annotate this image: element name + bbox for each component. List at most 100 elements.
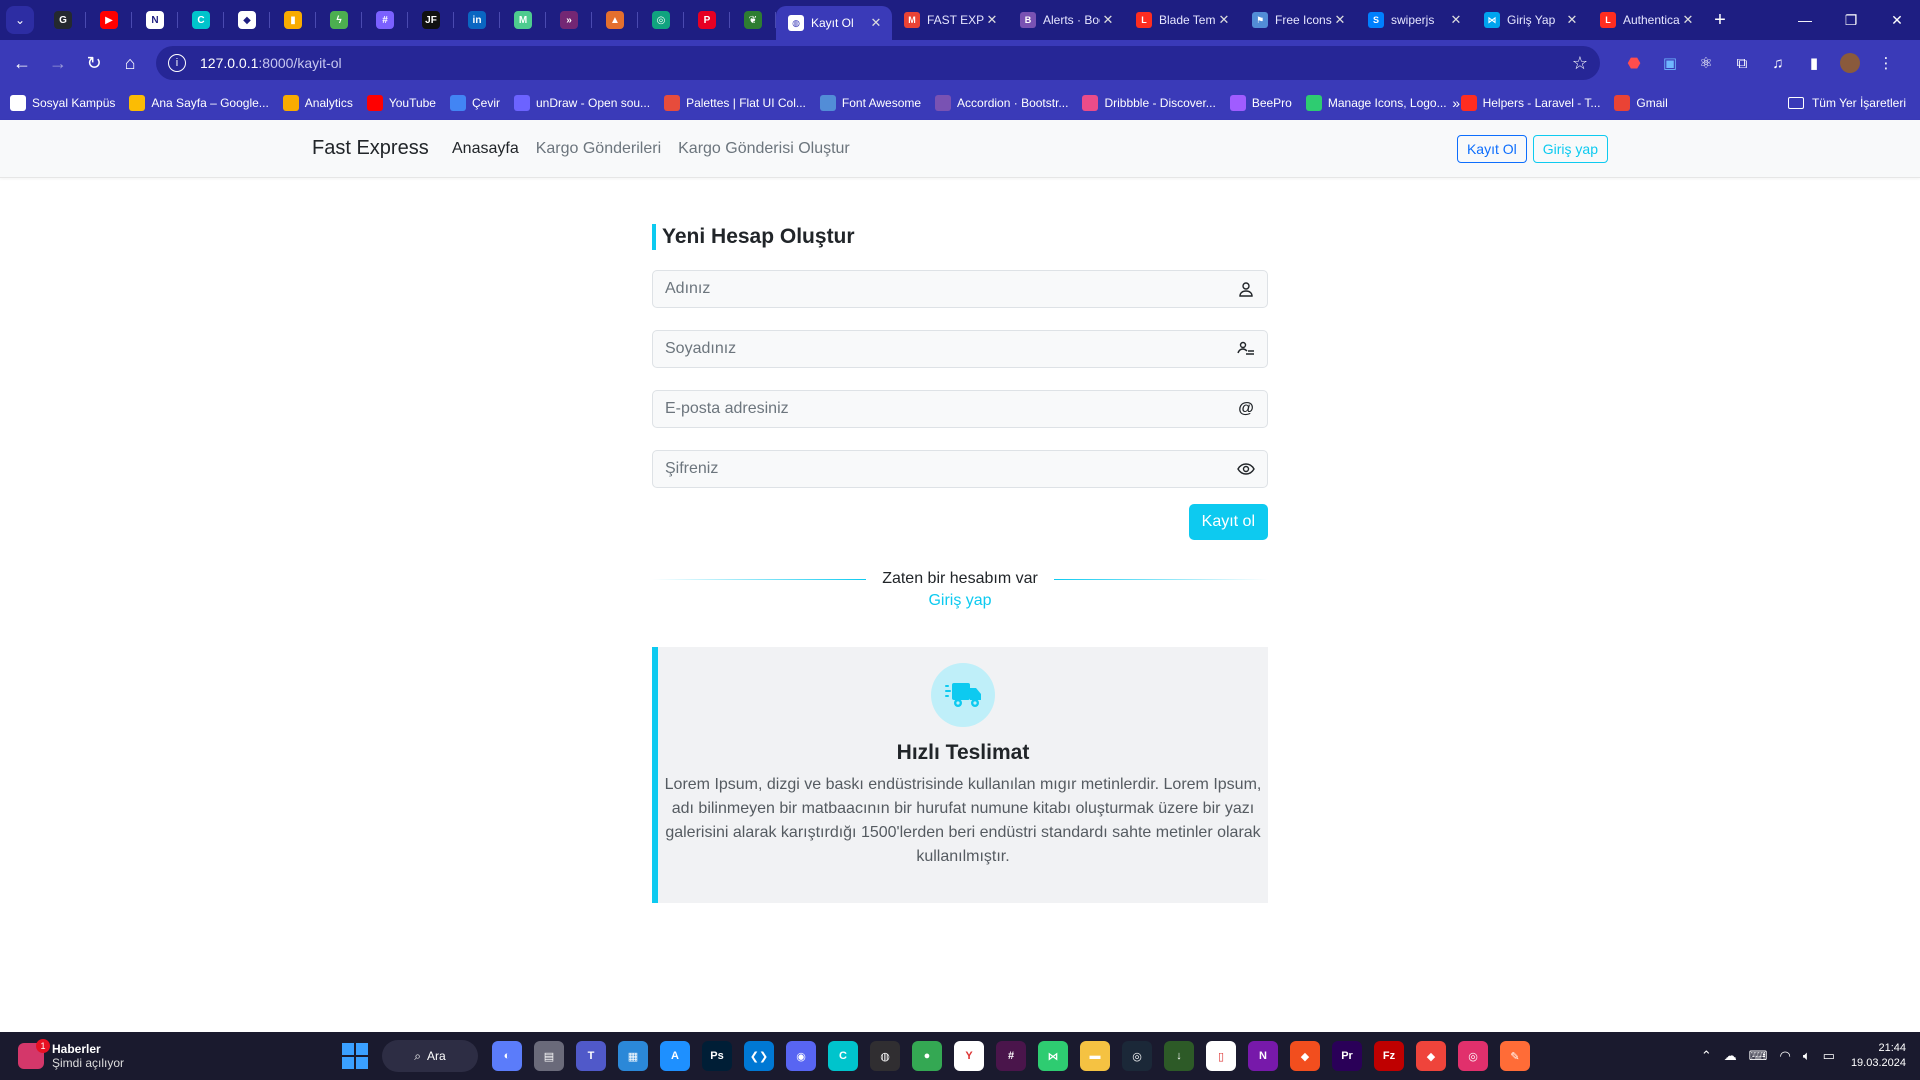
windows-start-icon[interactable] xyxy=(342,1043,368,1069)
canva-icon[interactable]: C xyxy=(828,1041,858,1071)
file-manager-icon[interactable]: ▤ xyxy=(534,1041,564,1071)
new-tab-button[interactable]: + xyxy=(1704,9,1736,32)
figma-icon[interactable]: ◆ xyxy=(1290,1041,1320,1071)
bookmark-item[interactable]: Helpers - Laravel - T... xyxy=(1460,95,1600,111)
browser-tab[interactable]: Sswiperjs ✕ xyxy=(1356,0,1472,40)
premiere-icon[interactable]: Pr xyxy=(1332,1041,1362,1071)
keyboard-icon[interactable]: ⌨ xyxy=(1749,1048,1768,1064)
pinned-tab[interactable]: P xyxy=(684,0,730,40)
store-icon[interactable]: ▦ xyxy=(618,1041,648,1071)
close-tab-icon[interactable]: ✕ xyxy=(1448,12,1464,28)
vscode-icon[interactable]: ❮❯ xyxy=(744,1041,774,1071)
bookmark-item[interactable]: Manage Icons, Logo... xyxy=(1305,95,1447,111)
email-input[interactable] xyxy=(665,400,1237,418)
news-widget[interactable]: 1 Haberler Şimdi açılıyor xyxy=(18,1039,124,1070)
bookmark-item[interactable]: Analytics xyxy=(282,95,353,111)
folder-icon[interactable]: ▬ xyxy=(1080,1041,1110,1071)
submit-register-button[interactable]: Kayıt ol xyxy=(1188,504,1268,540)
site-info-icon[interactable]: i xyxy=(168,54,186,72)
chrome-icon[interactable]: ● xyxy=(912,1041,942,1071)
bookmark-item[interactable]: Dribbble - Discover... xyxy=(1082,95,1216,111)
pinned-tab[interactable]: G xyxy=(40,0,86,40)
media-control-icon[interactable]: ♫ xyxy=(1760,45,1796,81)
onenote-icon[interactable]: N xyxy=(1248,1041,1278,1071)
filezilla-icon[interactable]: Fz xyxy=(1374,1041,1404,1071)
nav-link-home[interactable]: Anasayfa xyxy=(452,140,519,158)
wifi-icon[interactable]: ◠ xyxy=(1779,1048,1790,1064)
slack-icon[interactable]: # xyxy=(996,1041,1026,1071)
close-window-icon[interactable]: ✕ xyxy=(1874,0,1920,40)
pinned-tab[interactable]: ▮ xyxy=(270,0,316,40)
last-name-input[interactable] xyxy=(665,340,1237,358)
login-link[interactable]: Giriş yap xyxy=(928,592,991,609)
close-tab-icon[interactable]: ✕ xyxy=(1216,12,1232,28)
bookmark-item[interactable]: unDraw - Open sou... xyxy=(514,95,650,111)
browser-tab[interactable]: M FAST EXPRESS✕ xyxy=(892,0,1008,40)
pinned-tab[interactable]: ◆ xyxy=(224,0,270,40)
instagram-icon[interactable]: ◎ xyxy=(1458,1041,1488,1071)
extensions-puzzle-icon[interactable]: ⧉ xyxy=(1724,45,1760,81)
bookmark-item[interactable]: Accordion · Bootstr... xyxy=(935,95,1068,111)
yandex-icon[interactable]: Y xyxy=(954,1041,984,1071)
back-icon[interactable]: ← xyxy=(4,45,40,81)
bookmark-item[interactable]: YouTube xyxy=(366,95,436,111)
taskbar-clock[interactable]: 21:44 19.03.2024 xyxy=(1851,1041,1906,1071)
close-tab-icon[interactable]: ✕ xyxy=(984,12,1000,28)
discord-icon[interactable]: ◉ xyxy=(786,1041,816,1071)
bookmark-item[interactable]: Palettes | Flat UI Col... xyxy=(664,95,806,111)
home-icon[interactable]: ⌂ xyxy=(112,45,148,81)
pinned-tab[interactable]: ▶ xyxy=(86,0,132,40)
fontawesome-extension-icon[interactable]: ▣ xyxy=(1652,45,1688,81)
adblock-extension-icon[interactable]: ⬣ xyxy=(1616,45,1652,81)
pinned-tab[interactable]: M xyxy=(500,0,546,40)
eye-icon[interactable] xyxy=(1237,460,1255,478)
browser-tab[interactable]: L Authentication✕ xyxy=(1588,0,1704,40)
close-tab-icon[interactable]: ✕ xyxy=(1100,12,1116,28)
react-devtools-icon[interactable]: ⚛ xyxy=(1688,45,1724,81)
bookmark-item[interactable]: BeePro xyxy=(1229,95,1292,111)
browser-tab[interactable]: L Blade Templates✕ xyxy=(1124,0,1240,40)
copilot-icon[interactable]: ◐ xyxy=(492,1041,522,1071)
bookmark-item[interactable]: Gmail xyxy=(1614,95,1668,111)
bookmark-item[interactable]: Ana Sayfa – Google... xyxy=(129,95,269,111)
share-icon[interactable]: ⋈ xyxy=(1038,1041,1068,1071)
bookmark-item[interactable]: Çevir xyxy=(449,95,500,111)
first-name-input[interactable] xyxy=(665,280,1237,298)
minimize-icon[interactable]: — xyxy=(1782,0,1828,40)
pinned-tab[interactable]: ❦ xyxy=(730,0,776,40)
anydesk-icon[interactable]: ◆ xyxy=(1416,1041,1446,1071)
close-tab-icon[interactable]: ✕ xyxy=(1680,12,1696,28)
pinned-tab[interactable]: C xyxy=(178,0,224,40)
photoshop-icon[interactable]: Ps xyxy=(702,1041,732,1071)
pinned-tab[interactable]: JF xyxy=(408,0,454,40)
address-bar[interactable]: i 127.0.0.1:8000/kayit-ol ☆ xyxy=(156,46,1600,80)
restore-icon[interactable]: ❐ xyxy=(1828,0,1874,40)
bookmarks-overflow-icon[interactable]: » xyxy=(1452,95,1460,111)
profile-avatar[interactable] xyxy=(1832,45,1868,81)
appstore-icon[interactable]: A xyxy=(660,1041,690,1071)
all-bookmarks-folder[interactable]: Tüm Yer İşaretleri xyxy=(1787,96,1906,110)
volume-icon[interactable]: 🔈︎ xyxy=(1803,1048,1811,1064)
close-tab-icon[interactable]: ✕ xyxy=(1564,12,1580,28)
pinned-tab[interactable]: » xyxy=(546,0,592,40)
nav-link-create-shipment[interactable]: Kargo Gönderisi Oluştur xyxy=(678,140,850,158)
bookmark-star-icon[interactable]: ☆ xyxy=(1572,53,1588,74)
site-brand[interactable]: Fast Express xyxy=(312,137,429,160)
taskbar-search[interactable]: ⌕ Ara xyxy=(382,1040,478,1072)
pinned-tab[interactable]: in xyxy=(454,0,500,40)
pinned-tab[interactable]: ▲ xyxy=(592,0,638,40)
close-tab-icon[interactable]: ✕ xyxy=(1332,12,1348,28)
browser-tab[interactable]: B Alerts · Bootstrap✕ xyxy=(1008,0,1124,40)
postman-icon[interactable]: ✎ xyxy=(1500,1041,1530,1071)
register-button[interactable]: Kayıt Ol xyxy=(1456,134,1527,163)
browser-tab[interactable]: ◍ Kayıt Ol ✕ xyxy=(776,6,892,40)
onedrive-icon[interactable]: ☁ xyxy=(1724,1048,1737,1064)
tab-search-button[interactable]: ⌄ xyxy=(6,6,34,34)
more-menu-icon[interactable]: ⋮ xyxy=(1868,45,1904,81)
password-input[interactable] xyxy=(665,460,1237,478)
obs-icon[interactable]: ◍ xyxy=(870,1041,900,1071)
tray-chevron-icon[interactable]: ⌃ xyxy=(1701,1048,1712,1064)
pinned-tab[interactable]: ◎ xyxy=(638,0,684,40)
browser-tab[interactable]: ⋈ Giriş Yap ✕ xyxy=(1472,0,1588,40)
nav-link-shipments[interactable]: Kargo Gönderileri xyxy=(536,140,661,158)
